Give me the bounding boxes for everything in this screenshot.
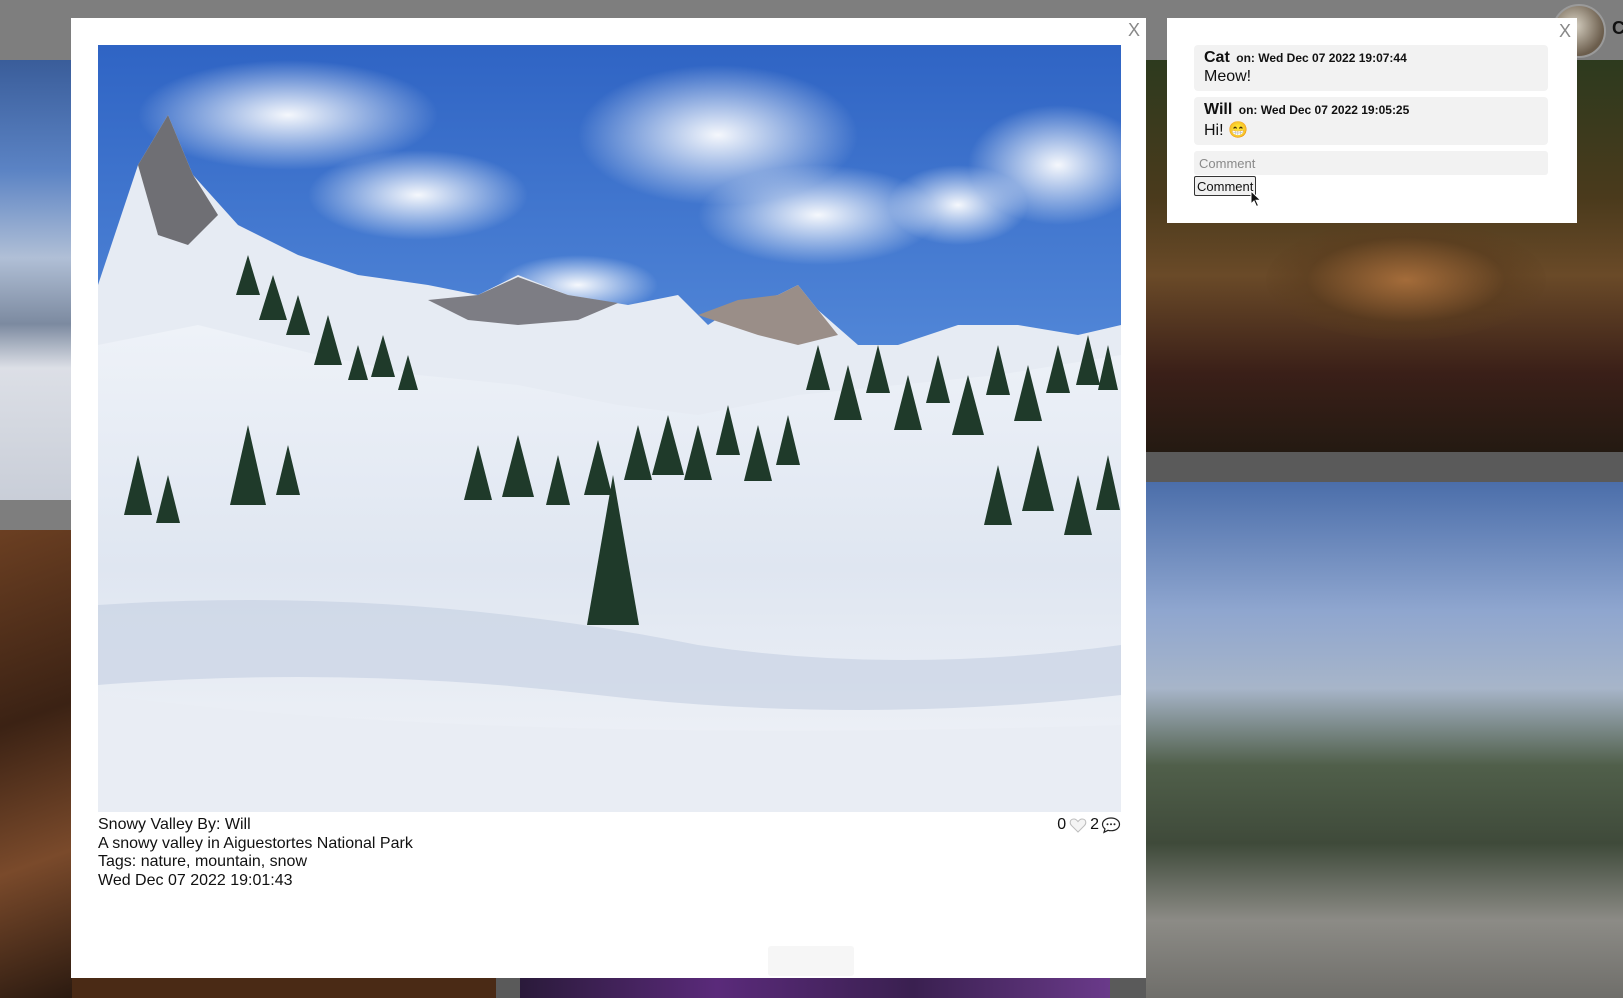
photo-date: Wed Dec 07 2022 19:01:43: [98, 871, 293, 889]
comment-text: Meow!: [1204, 68, 1252, 85]
photo-description: A snowy valley in Aiguestortes National …: [98, 834, 413, 852]
modal-close-button[interactable]: X: [1128, 20, 1140, 41]
photo-stats: 0 2: [1057, 816, 1121, 834]
gallery-thumb-cathedral[interactable]: [0, 530, 72, 998]
comment-item: Cat on: Wed Dec 07 2022 19:07:44 Meow!: [1194, 45, 1548, 91]
user-initial: C: [1612, 18, 1623, 38]
photo-image: [98, 45, 1121, 812]
gallery-thumb-flowers[interactable]: [520, 978, 1110, 998]
gallery-thumb-snow[interactable]: [0, 60, 72, 500]
photo-info: Snowy Valley By: Will A snowy valley in …: [98, 816, 413, 890]
image-modal: X Snowy Valley By: Will A snowy valley i…: [71, 18, 1146, 978]
comment-input[interactable]: [1194, 151, 1548, 175]
comment-text: Hi! 😁: [1204, 122, 1248, 139]
gallery-divider: [0, 500, 72, 530]
photo-tags: Tags: nature, mountain, snow: [98, 853, 308, 870]
modal-faint-control[interactable]: [768, 946, 854, 976]
snowy-valley-photo: [98, 45, 1121, 812]
comments-panel: X Cat on: Wed Dec 07 2022 19:07:44 Meow!…: [1167, 18, 1577, 223]
comment-count: 2: [1090, 816, 1099, 833]
comment-author: Will: [1204, 101, 1233, 118]
comments-close-button[interactable]: X: [1559, 21, 1571, 42]
comment-timestamp: on: Wed Dec 07 2022 19:05:25: [1238, 103, 1410, 117]
gallery-thumb-bottom-left[interactable]: [72, 978, 496, 998]
speech-bubble-icon[interactable]: [1101, 816, 1121, 834]
cat-shape: [1266, 220, 1546, 340]
gallery-thumb-river[interactable]: [1146, 482, 1623, 998]
like-count: 0: [1057, 816, 1067, 833]
comment-author: Cat: [1204, 49, 1230, 66]
comment-timestamp: on: Wed Dec 07 2022 19:07:44: [1236, 51, 1407, 65]
submit-comment-button[interactable]: Comment: [1194, 176, 1257, 196]
page: C X Snowy Valley By: Will A snowy valley…: [0, 0, 1623, 998]
heart-icon[interactable]: [1068, 816, 1088, 834]
photo-title-author: Snowy Valley By: Will: [98, 816, 251, 833]
comment-item: Will on: Wed Dec 07 2022 19:05:25 Hi! 😁: [1194, 97, 1548, 145]
mouse-cursor-icon: [1250, 190, 1262, 208]
